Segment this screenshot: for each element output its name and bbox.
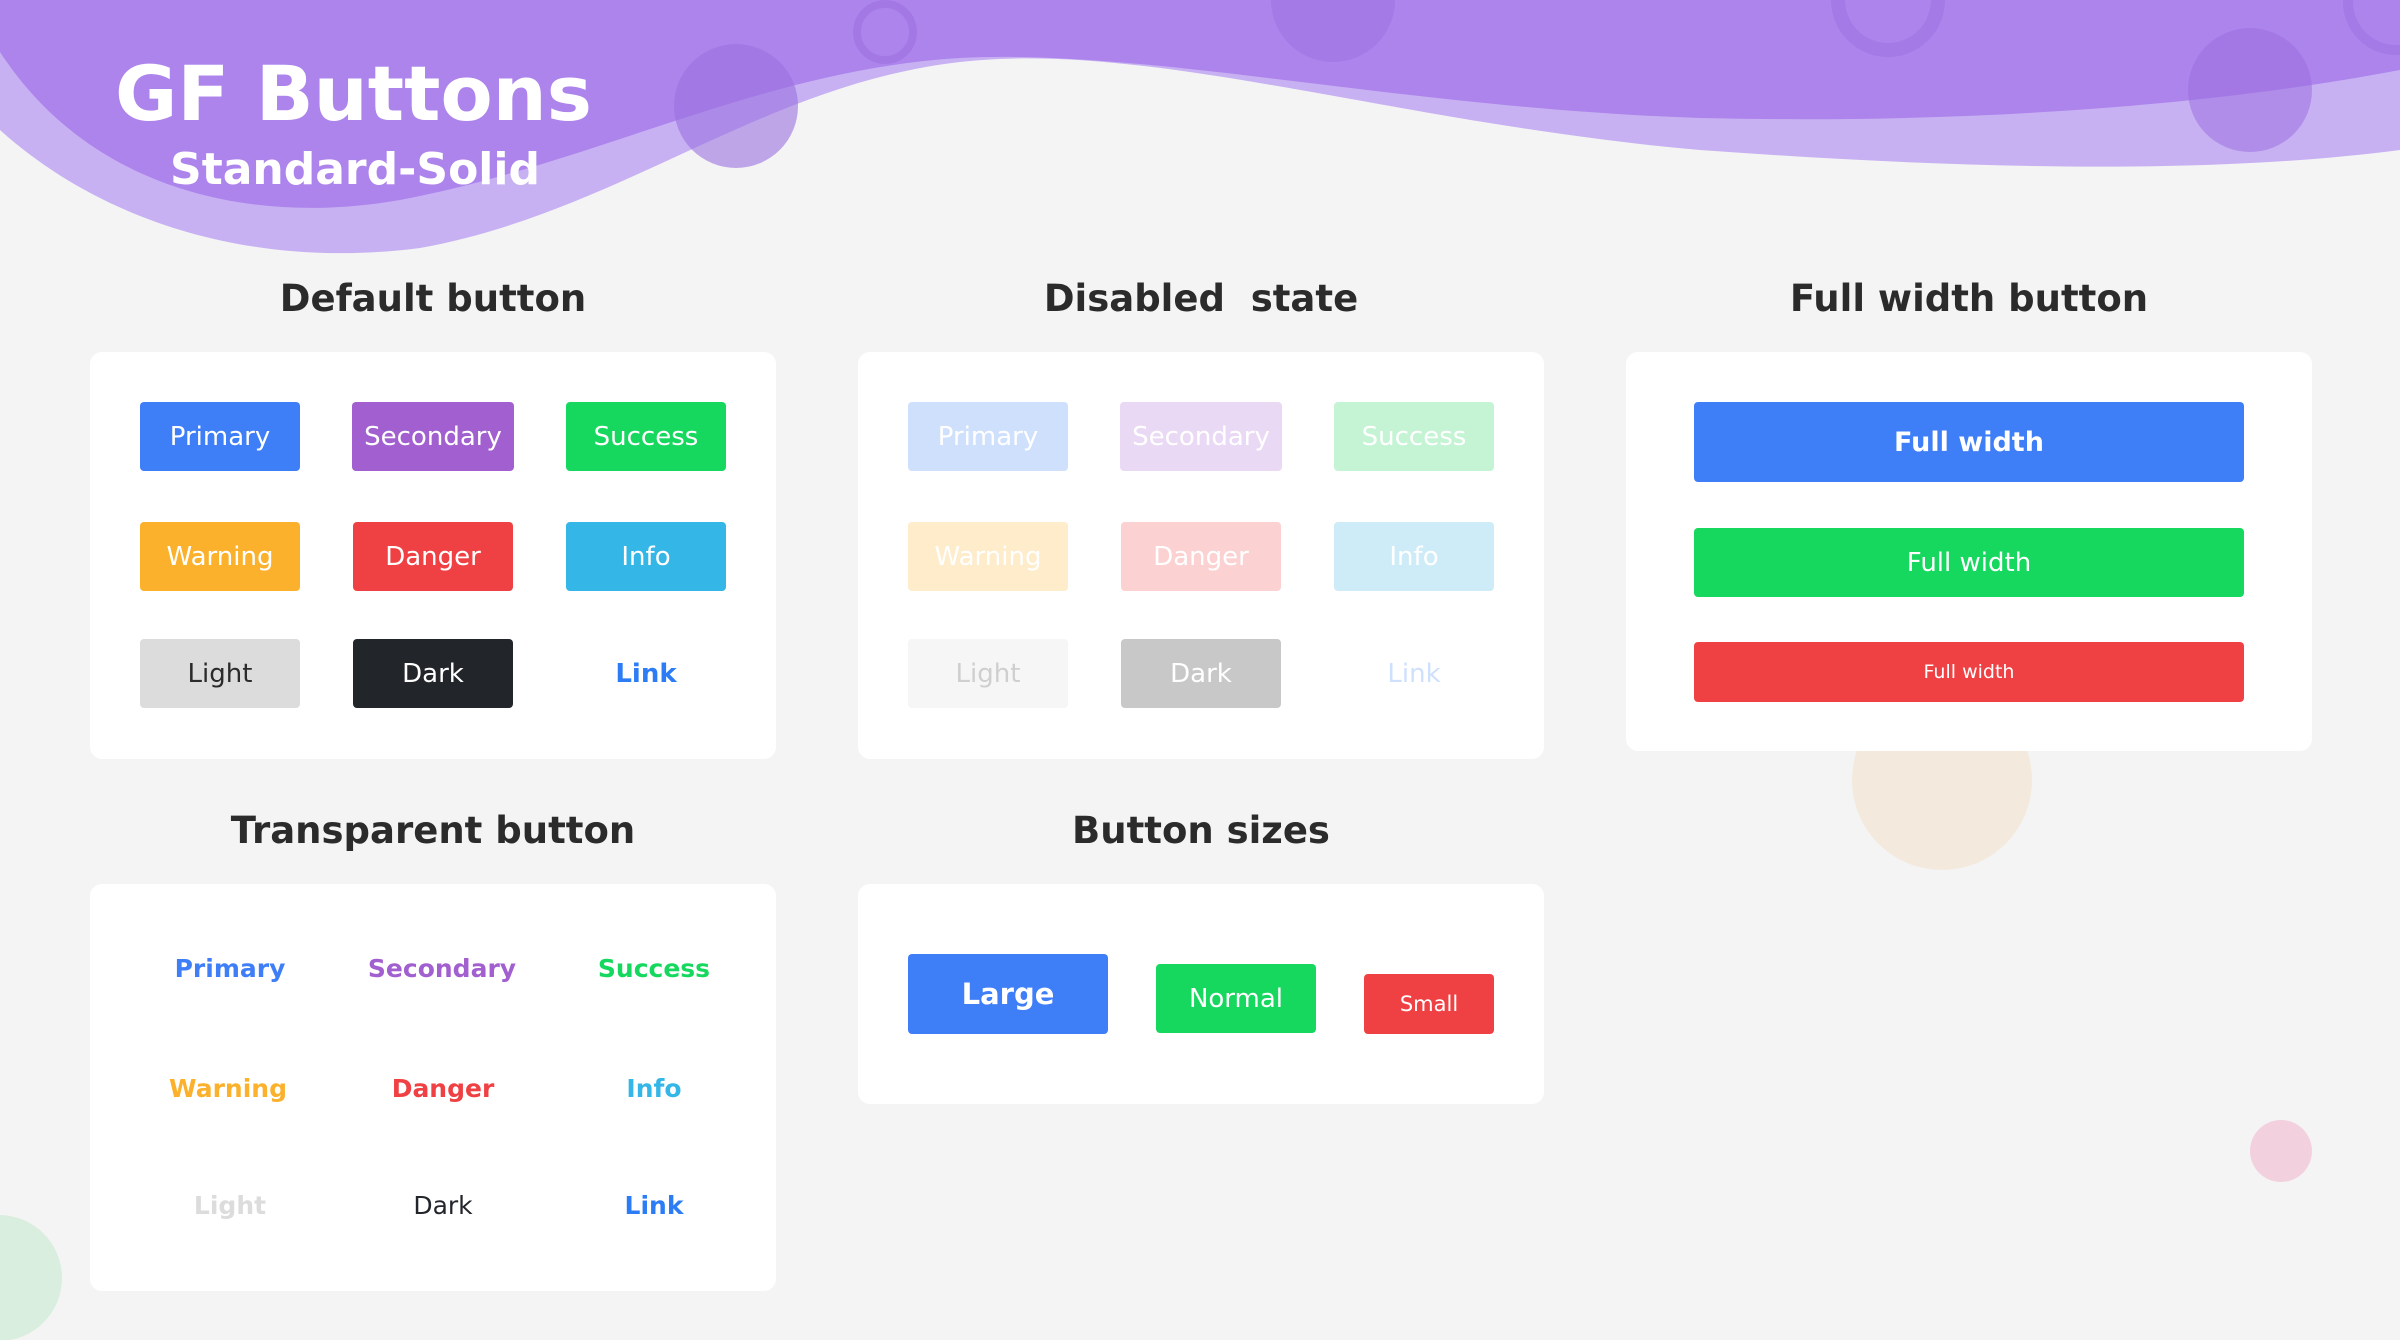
page-title: GF Buttons (115, 49, 593, 138)
transparent-info-button[interactable]: Info (574, 1054, 734, 1123)
transparent-light-button[interactable]: Light (150, 1171, 310, 1240)
disabled-info-button: Info (1334, 522, 1494, 591)
default-button-card: Primary Secondary Success Warning Danger… (90, 352, 776, 759)
default-light-button[interactable]: Light (140, 639, 300, 708)
disabled-danger-button: Danger (1121, 522, 1281, 591)
transparent-primary-button[interactable]: Primary (150, 934, 310, 1003)
disabled-warning-button: Warning (908, 522, 1068, 591)
full-width-small-button[interactable]: Full width (1694, 642, 2244, 702)
disabled-state-card: Primary Secondary Success Warning Danger… (858, 352, 1544, 759)
full-width-normal-button[interactable]: Full width (1694, 528, 2244, 597)
default-primary-button[interactable]: Primary (140, 402, 300, 471)
small-size-button[interactable]: Small (1364, 974, 1494, 1034)
transparent-secondary-button[interactable]: Secondary (362, 934, 522, 1003)
decorative-circle (0, 1215, 62, 1340)
button-sizes-card: Large Normal Small (858, 884, 1544, 1104)
default-info-button[interactable]: Info (566, 522, 726, 591)
default-link-button[interactable]: Link (566, 639, 726, 708)
transparent-dark-button[interactable]: Dark (363, 1171, 523, 1240)
page: GF Buttons Standard-Solid Default button… (0, 0, 2400, 1340)
disabled-light-button: Light (908, 639, 1068, 708)
disabled-link-button: Link (1387, 658, 1441, 689)
full-width-button-heading: Full width button (1789, 277, 2149, 320)
default-secondary-button[interactable]: Secondary (352, 402, 514, 471)
transparent-button-card: Primary Secondary Success Warning Danger… (90, 884, 776, 1291)
full-width-button-card: Full width Full width Full width (1626, 352, 2312, 751)
default-button-heading: Default button (279, 277, 587, 320)
default-warning-button[interactable]: Warning (140, 522, 300, 591)
transparent-danger-button[interactable]: Danger (363, 1054, 523, 1123)
normal-size-button[interactable]: Normal (1156, 964, 1316, 1033)
decorative-circle (2250, 1120, 2312, 1182)
disabled-secondary-button: Secondary (1120, 402, 1282, 471)
default-success-button[interactable]: Success (566, 402, 726, 471)
disabled-success-button: Success (1334, 402, 1494, 471)
transparent-success-button[interactable]: Success (574, 934, 734, 1003)
disabled-primary-button: Primary (908, 402, 1068, 471)
full-width-large-button[interactable]: Full width (1694, 402, 2244, 482)
disabled-state-heading: Disabled state (1043, 277, 1359, 320)
transparent-button-heading: Transparent button (230, 809, 636, 852)
transparent-link-button[interactable]: Link (574, 1171, 734, 1240)
default-danger-button[interactable]: Danger (353, 522, 513, 591)
transparent-warning-button[interactable]: Warning (148, 1054, 308, 1123)
page-subtitle: Standard-Solid (170, 144, 540, 195)
button-sizes-heading: Button sizes (1072, 809, 1330, 852)
disabled-dark-button: Dark (1121, 639, 1281, 708)
large-size-button[interactable]: Large (908, 954, 1108, 1034)
default-dark-button[interactable]: Dark (353, 639, 513, 708)
